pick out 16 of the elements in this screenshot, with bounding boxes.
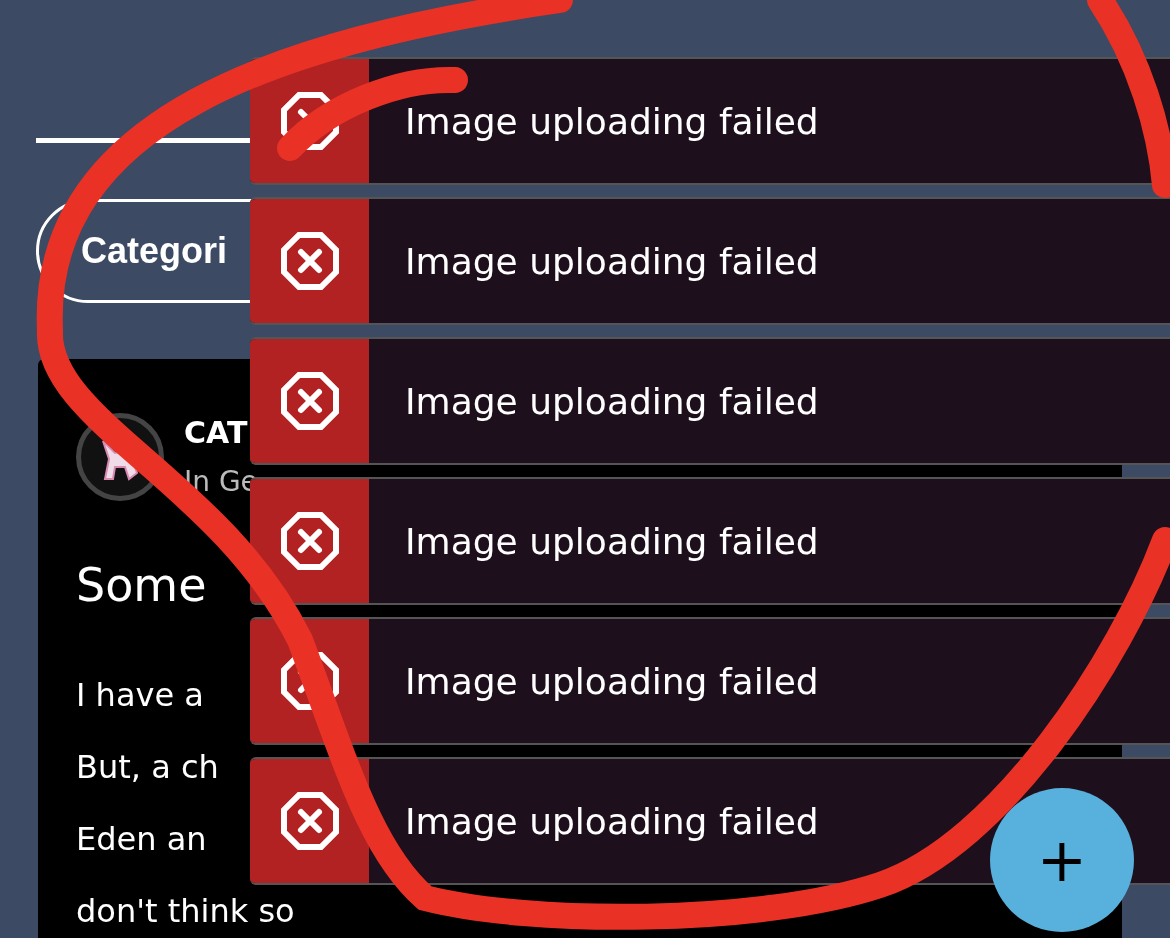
- toast-message: Image uploading failed: [405, 380, 819, 422]
- error-icon: [279, 231, 340, 291]
- body-text-line: Eden an: [76, 819, 207, 860]
- error-icon: [279, 511, 340, 571]
- toast-message: Image uploading failed: [405, 520, 819, 562]
- author-name: CAT: [184, 416, 248, 450]
- toast-message: Image uploading failed: [405, 240, 819, 282]
- body-text-line: I have a: [76, 675, 204, 716]
- toast-message: Image uploading failed: [405, 800, 819, 842]
- error-icon: [279, 371, 340, 431]
- toast-message: Image uploading failed: [405, 660, 819, 702]
- body-text-line: don't think so: [76, 891, 295, 932]
- body-text-line: But, a ch: [76, 747, 219, 788]
- toast-message: Image uploading failed: [405, 100, 819, 142]
- post-title: Some: [76, 557, 207, 613]
- error-icon: [279, 791, 340, 851]
